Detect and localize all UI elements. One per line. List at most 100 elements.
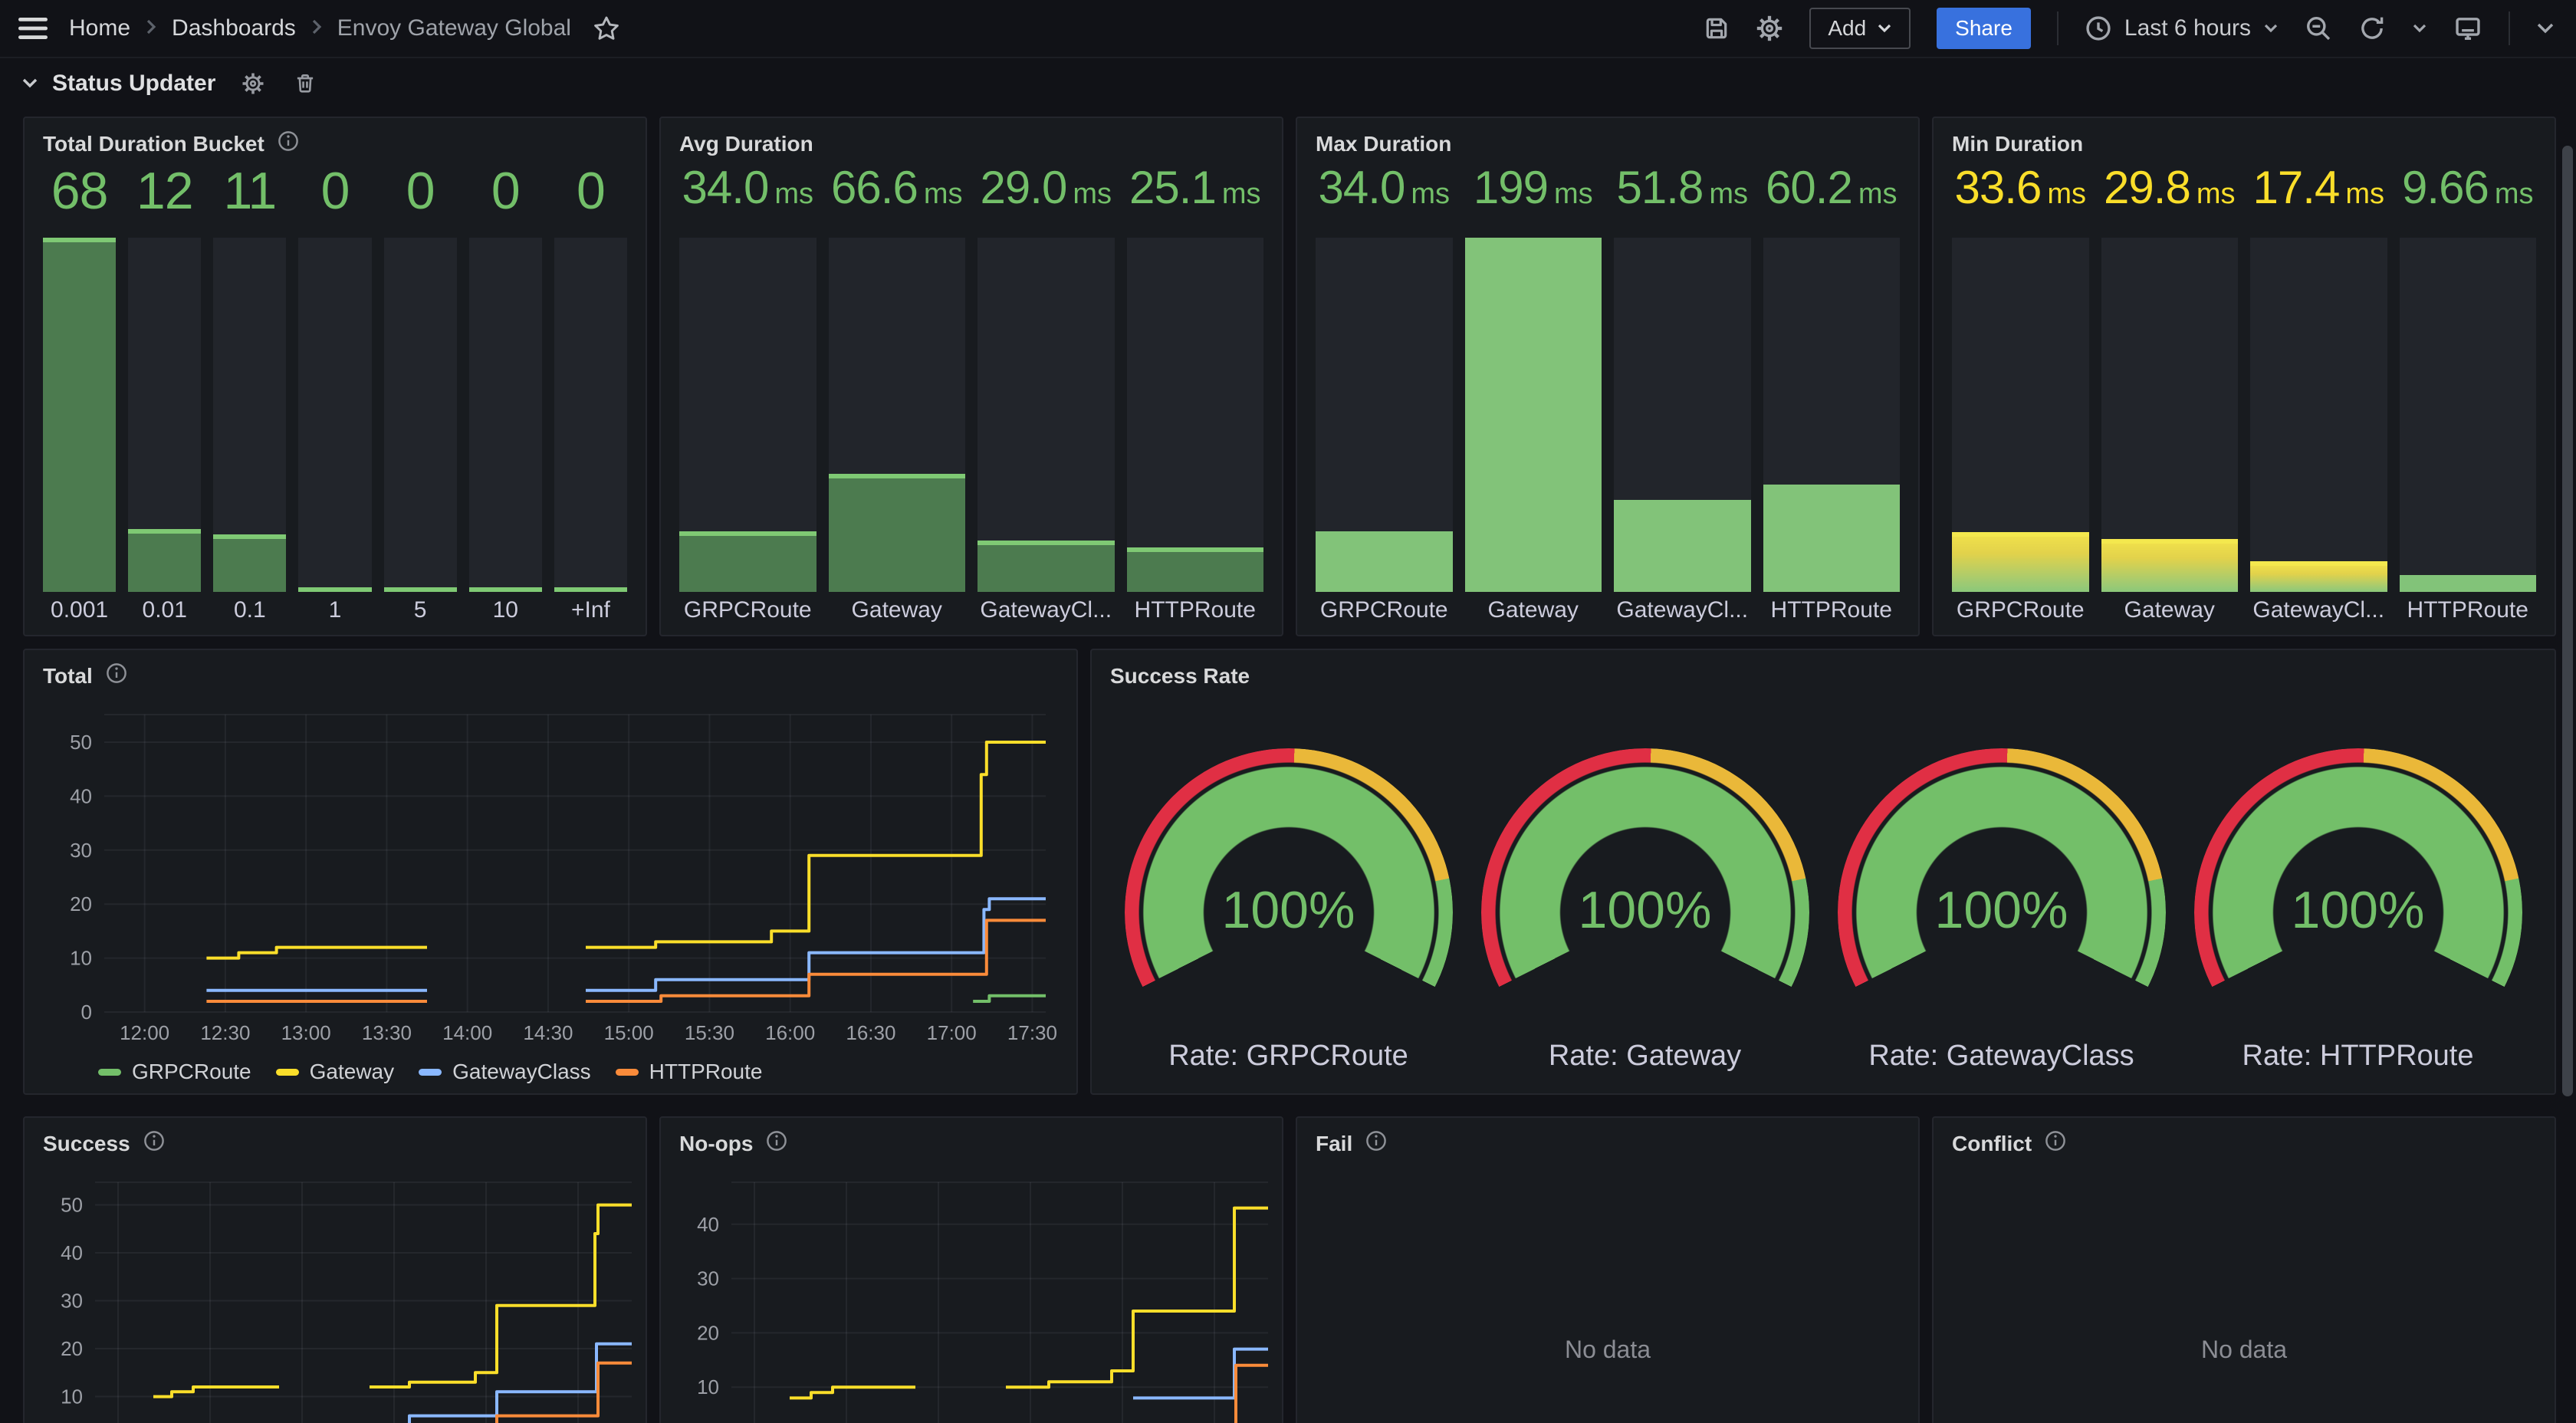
info-icon[interactable] xyxy=(1365,1129,1388,1158)
gauge-cell: 100%Rate: GRPCRoute xyxy=(1110,748,1467,1073)
svg-text:30: 30 xyxy=(70,839,92,862)
panel-fail: Fail No data xyxy=(1296,1116,1920,1423)
svg-text:20: 20 xyxy=(70,892,92,915)
top-nav: Home Dashboards Envoy Gateway Global Add… xyxy=(0,0,2576,58)
settings-gear-icon[interactable] xyxy=(1756,15,1783,42)
legend-item[interactable]: HTTPRoute xyxy=(616,1060,763,1084)
svg-text:15:30: 15:30 xyxy=(685,1021,734,1044)
add-button[interactable]: Add xyxy=(1809,8,1911,49)
info-icon[interactable] xyxy=(143,1129,166,1158)
legend-color-pill xyxy=(616,1069,639,1076)
bar-value: 34.0ms xyxy=(679,161,816,214)
legend-item[interactable]: GRPCRoute xyxy=(98,1060,251,1084)
svg-text:20: 20 xyxy=(61,1337,83,1360)
row-settings-gear-icon[interactable] xyxy=(242,72,264,95)
bar-fill xyxy=(213,534,286,592)
star-icon[interactable] xyxy=(593,15,620,41)
legend-item[interactable]: Gateway xyxy=(276,1060,395,1084)
gauge-value-text: 100% xyxy=(2194,880,2522,940)
noops-time-series[interactable]: 010203040 xyxy=(679,1164,1263,1423)
chevron-down-icon xyxy=(2412,23,2427,34)
bar-fill xyxy=(1465,238,1602,592)
bar-value: 29.0ms xyxy=(978,161,1115,214)
breadcrumb-dashboards[interactable]: Dashboards xyxy=(172,15,296,41)
scrollbar-thumb[interactable] xyxy=(2562,146,2573,1096)
bar-fill xyxy=(679,531,816,592)
panel-title[interactable]: Max Duration xyxy=(1316,132,1451,156)
breadcrumb-home[interactable]: Home xyxy=(69,15,130,41)
bar-track xyxy=(213,238,286,592)
svg-text:40: 40 xyxy=(697,1213,719,1236)
bar-label: HTTPRoute xyxy=(2400,597,2537,623)
panel-title[interactable]: No-ops xyxy=(679,1132,753,1156)
success-time-series[interactable]: 01020304050 xyxy=(43,1164,627,1423)
legend-label: Gateway xyxy=(310,1060,395,1084)
panel-title[interactable]: Conflict xyxy=(1952,1132,2032,1156)
panel-title[interactable]: Avg Duration xyxy=(679,132,813,156)
chart-legend: GRPCRoute Gateway GatewayClass HTTPRoute xyxy=(98,1060,1058,1084)
svg-text:20: 20 xyxy=(697,1321,719,1344)
bar-fill xyxy=(128,529,201,592)
bar-track xyxy=(2250,238,2387,592)
panel-title[interactable]: Min Duration xyxy=(1952,132,2083,156)
refresh-icon[interactable] xyxy=(2358,15,2386,42)
info-icon[interactable] xyxy=(2044,1129,2067,1158)
panel-title[interactable]: Fail xyxy=(1316,1132,1352,1156)
bar-fill xyxy=(829,474,966,592)
legend-item[interactable]: GatewayClass xyxy=(419,1060,591,1084)
bar-fill xyxy=(43,238,116,592)
panel-title[interactable]: Total Duration Bucket xyxy=(43,132,264,156)
hamburger-menu-icon[interactable] xyxy=(18,17,48,40)
bar-track xyxy=(554,238,627,592)
gauges-row: 100%Rate: GRPCRoute100%Rate: Gateway100%… xyxy=(1110,748,2536,1073)
svg-text:40: 40 xyxy=(70,784,92,807)
legend-color-pill xyxy=(419,1069,442,1076)
gauge-cell: 100%Rate: HTTPRoute xyxy=(2180,748,2536,1073)
save-icon[interactable] xyxy=(1704,15,1730,41)
total-time-series[interactable]: 0102030405012:0012:3013:0013:3014:0014:3… xyxy=(43,696,1058,1058)
bar-value: 66.6ms xyxy=(829,161,966,214)
bar-label: Gateway xyxy=(1465,597,1602,623)
bar-label: Gateway xyxy=(829,597,966,623)
bar-track xyxy=(384,238,457,592)
info-icon[interactable] xyxy=(105,662,128,691)
panel-title[interactable]: Total xyxy=(43,664,93,688)
svg-text:30: 30 xyxy=(61,1290,83,1313)
bar-value: 51.8ms xyxy=(1614,161,1751,214)
info-icon[interactable] xyxy=(277,130,300,159)
panel-success-rate: Success Rate 100%Rate: GRPCRoute100%Rate… xyxy=(1090,649,2556,1095)
panel-title[interactable]: Success Rate xyxy=(1110,664,1250,688)
divider xyxy=(2509,12,2510,45)
bar-track xyxy=(978,238,1115,592)
bar-labels-row: GRPCRouteGatewayGatewayCl...HTTPRoute xyxy=(1952,592,2536,629)
bar-label: HTTPRoute xyxy=(1127,597,1264,623)
zoom-out-icon[interactable] xyxy=(2305,15,2332,42)
row-title[interactable]: Status Updater xyxy=(52,71,215,97)
bar-fill xyxy=(1952,532,2089,592)
nav-more-dropdown[interactable] xyxy=(2536,22,2555,35)
bar-value: 11 xyxy=(213,161,286,221)
chevron-right-icon xyxy=(146,15,156,41)
bar-values-row: 34.0ms66.6ms29.0ms25.1ms xyxy=(679,161,1263,232)
bar-track xyxy=(298,238,371,592)
gauge: 100% xyxy=(1481,748,1809,997)
bar-fill xyxy=(2250,561,2387,592)
row-delete-trash-icon[interactable] xyxy=(294,72,317,95)
bar-label: 0.01 xyxy=(128,597,201,623)
bar-fill xyxy=(298,587,371,592)
bar-fill xyxy=(384,587,457,592)
time-range-picker[interactable]: Last 6 hours xyxy=(2085,15,2279,42)
row-collapse-icon[interactable] xyxy=(21,77,38,90)
share-button[interactable]: Share xyxy=(1937,8,2031,49)
bar-fill xyxy=(1127,547,1264,592)
gauge: 100% xyxy=(1125,748,1453,997)
refresh-interval-dropdown[interactable] xyxy=(2412,23,2427,34)
bar-label: +Inf xyxy=(554,597,627,623)
info-icon[interactable] xyxy=(765,1129,788,1158)
no-data-text: No data xyxy=(1934,1336,2555,1364)
bar-label: GRPCRoute xyxy=(679,597,816,623)
panel-title[interactable]: Success xyxy=(43,1132,130,1156)
kiosk-monitor-icon[interactable] xyxy=(2453,15,2482,42)
bar-value: 0 xyxy=(554,161,627,221)
bar-label: GRPCRoute xyxy=(1952,597,2089,623)
